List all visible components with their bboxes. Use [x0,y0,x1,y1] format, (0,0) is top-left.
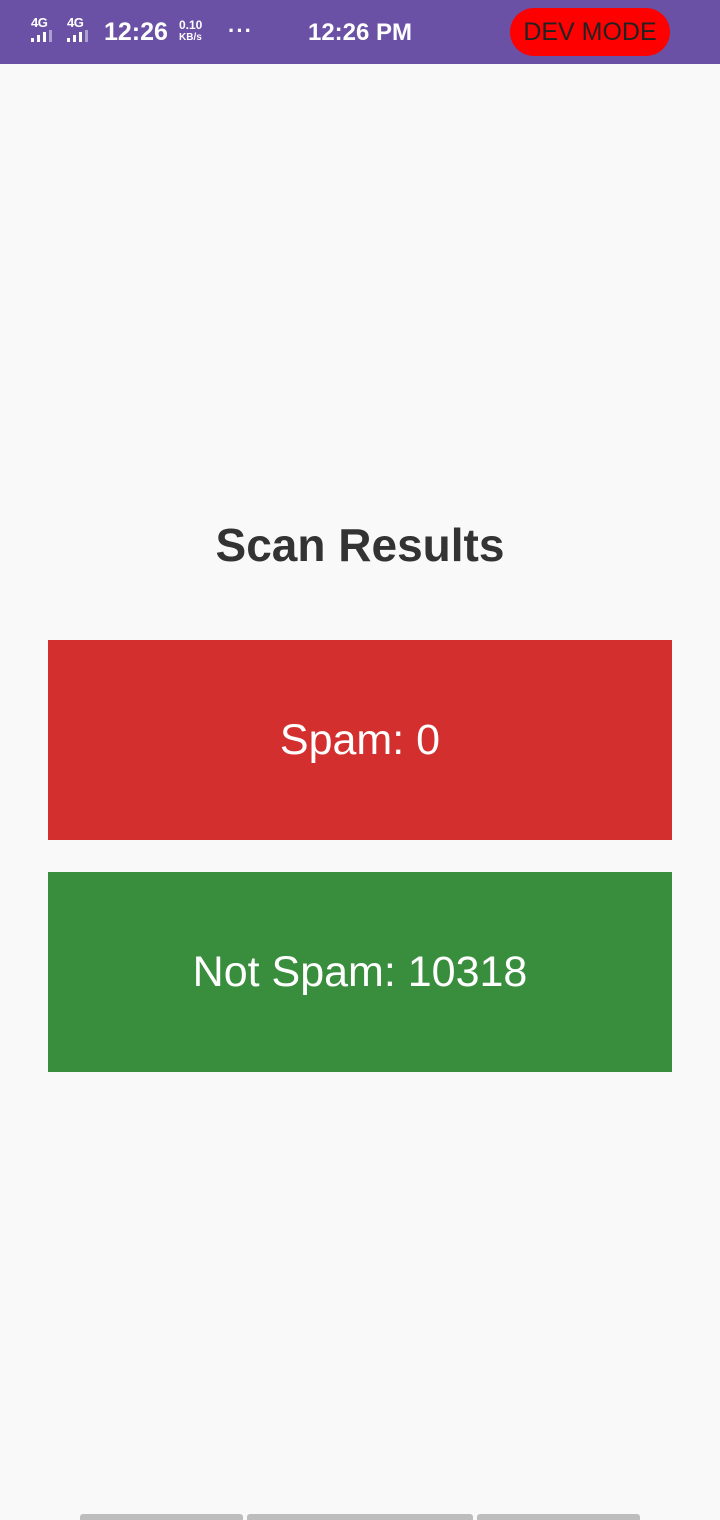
status-bar: 4G 4G 12:26 0.10 KB/s ··· 12:26 PM DEV M… [0,0,720,64]
not-spam-count-card[interactable]: Not Spam: 10318 [48,872,672,1072]
network-type-label: 4G [67,15,84,30]
network-speed-value: 0.10 [179,18,203,32]
nav-indicator-segment [477,1514,640,1520]
spam-count-card[interactable]: Spam: 0 [48,640,672,840]
signal-4g-icon: 4G [67,16,91,44]
center-clock: 12:26 PM [307,19,413,46]
status-time: 12:26 [104,18,168,46]
nav-indicator-segment [247,1514,473,1520]
more-notifications-icon: ··· [228,18,253,43]
nav-indicator-segment [80,1514,243,1520]
page-title: Scan Results [215,519,505,571]
network-speed: 0.10 KB/s [179,18,213,44]
network-type-label: 4G [31,15,48,30]
signal-4g-icon: 4G [31,16,55,44]
network-speed-unit: KB/s [179,32,202,43]
dev-mode-badge[interactable]: DEV MODE [510,8,670,56]
